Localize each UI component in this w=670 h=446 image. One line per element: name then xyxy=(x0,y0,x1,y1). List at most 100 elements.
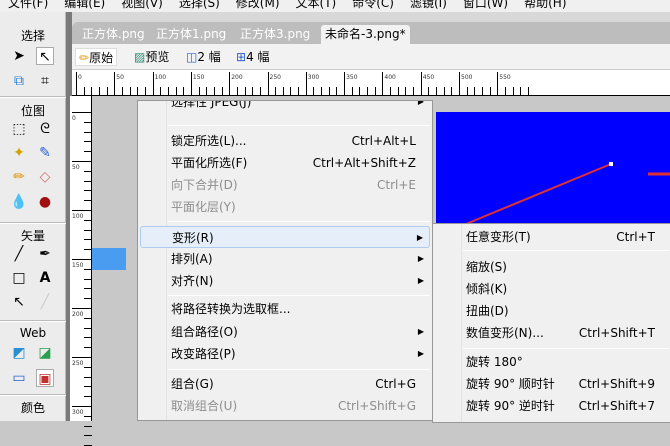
menu-item[interactable]: 对齐(N) ▶ xyxy=(140,270,430,292)
menu-item-shortcut: Ctrl+Shift+G xyxy=(337,399,416,413)
stamp-tool-icon[interactable]: ● xyxy=(36,193,54,211)
ruler-tick xyxy=(489,87,491,95)
ruler-tick xyxy=(175,87,177,95)
menu-edit[interactable]: 编辑(E) xyxy=(64,0,105,11)
tools-panel: 选择 ➤ ↖ ⧉ ⌗ 位图 ⬚ ᘓ ✦ ✎ ✏ ◇ 💧 ● 矢量 ╱ ✒ □ A… xyxy=(0,12,66,421)
divider xyxy=(0,222,66,224)
menu-item[interactable]: 组合路径(O) ▶ xyxy=(140,321,430,343)
ruler-tick xyxy=(206,87,208,95)
line-tool-icon[interactable]: ╱ xyxy=(10,245,28,263)
ruler-tick xyxy=(84,278,92,280)
menu-item[interactable]: 数值变形(N)... Ctrl+Shift+T xyxy=(435,322,669,344)
menu-window[interactable]: 窗口(W) xyxy=(463,0,508,11)
ruler-tick xyxy=(313,87,315,95)
menu-item[interactable]: 旋转 90° 顺时针 Ctrl+Shift+9 xyxy=(435,373,669,395)
section-web-label: Web xyxy=(19,326,47,340)
two-up-button[interactable]: ◫2 幅 xyxy=(186,48,221,66)
context-menu: 选择性 JPEG(J) ▶ 锁定所选(L)... Ctrl+Alt+L 平面化所选(F)… xyxy=(137,100,433,421)
menu-item[interactable]: 选择性 JPEG(J) ▶ xyxy=(140,101,430,113)
hotspot-tool-icon[interactable]: ◩ xyxy=(10,344,28,362)
text-tool-icon[interactable]: A xyxy=(36,269,54,287)
menu-modify[interactable]: 修改(M) xyxy=(236,0,280,11)
menu-item[interactable]: 锁定所选(L)... Ctrl+Alt+L xyxy=(140,130,430,152)
section-bitmap-label: 位图 xyxy=(20,104,45,118)
menu-item[interactable]: 取消组合(U) Ctrl+Shift+G xyxy=(140,395,430,417)
menu-item[interactable]: 组合(G) Ctrl+G xyxy=(140,373,430,395)
pencil-tool-icon[interactable]: ✏ xyxy=(10,168,28,186)
blur-tool-icon[interactable]: 💧 xyxy=(10,193,28,211)
eraser-tool-icon[interactable]: ◇ xyxy=(36,168,54,186)
menu-file[interactable]: 文件(F) xyxy=(8,0,48,11)
show-slices-icon[interactable]: ▣ xyxy=(36,369,54,387)
magic-wand-icon[interactable]: ✦ xyxy=(10,144,28,162)
brush-tool-icon[interactable]: ✎ xyxy=(36,144,54,162)
ruler-label: 100 xyxy=(72,213,84,220)
pointer-tool-icon[interactable]: ➤ xyxy=(10,47,28,65)
ruler-tick xyxy=(504,87,506,95)
ruler-label: 250 xyxy=(269,74,281,81)
ruler-tick xyxy=(84,170,92,172)
tab-zhengfangti3[interactable]: 正方体3.png xyxy=(236,25,314,44)
menu-item[interactable]: 变形(R) ▶ xyxy=(140,226,430,248)
ruler-tick xyxy=(72,161,92,162)
original-view-button[interactable]: ✏原始 xyxy=(75,48,118,66)
freeform-tool-icon[interactable]: ↖ xyxy=(10,293,28,311)
ruler-tick xyxy=(84,131,92,133)
menu-item-label: 向下合并(D) xyxy=(171,178,238,192)
knife-tool-icon[interactable]: ╱ xyxy=(36,293,54,311)
scale-tool-icon[interactable]: ⧉ xyxy=(10,72,28,90)
ruler-tick xyxy=(84,190,92,192)
tab-zhengfangti1[interactable]: 正方体1.png xyxy=(152,25,230,44)
menu-item[interactable]: 扭曲(D) xyxy=(435,300,669,322)
menu-item[interactable]: 旋转 180° xyxy=(435,351,669,373)
menu-bar: 文件(F) 编辑(E) 视图(V) 选择(S) 修改(M) 文本(T) 命令(C) 滤镜(I)… xyxy=(0,0,670,12)
selected-line[interactable] xyxy=(465,163,612,225)
ruler-tick xyxy=(84,268,92,270)
crop-tool-icon[interactable]: ⌗ xyxy=(36,72,54,90)
menu-item[interactable]: 平面化层(Y) xyxy=(140,196,430,218)
menu-item[interactable]: 缩放(S) xyxy=(435,256,669,278)
rectangle-tool-icon[interactable]: □ xyxy=(10,269,28,287)
submenu-arrow-icon: ▶ xyxy=(417,327,424,336)
menu-help[interactable]: 帮助(H) xyxy=(524,0,566,11)
ruler-tick xyxy=(84,415,92,417)
menu-select[interactable]: 选择(S) xyxy=(179,0,220,11)
ruler-tick xyxy=(221,87,223,95)
menu-commands[interactable]: 命令(C) xyxy=(352,0,394,11)
hide-slices-icon[interactable]: ▭ xyxy=(10,369,28,387)
ruler-tick xyxy=(459,72,460,95)
slice-tool-icon[interactable]: ◪ xyxy=(36,344,54,362)
ruler-tick xyxy=(336,87,338,95)
menu-item[interactable]: 平面化所选(F) Ctrl+Alt+Shift+Z xyxy=(140,152,430,174)
menu-item[interactable]: 任意变形(T) Ctrl+T xyxy=(435,226,669,248)
path-point-handle[interactable] xyxy=(609,162,613,166)
ruler-tick xyxy=(84,121,92,123)
menu-view[interactable]: 视图(V) xyxy=(121,0,163,11)
ruler-tick xyxy=(129,87,131,95)
preview-button[interactable]: ▨预览 xyxy=(134,48,169,66)
marquee-tool-icon[interactable]: ⬚ xyxy=(10,120,28,138)
subselect-tool-icon[interactable]: ↖ xyxy=(36,47,54,65)
four-up-button[interactable]: ⊞4 幅 xyxy=(236,48,270,66)
menu-item[interactable]: 将路径转换为选取框... xyxy=(140,298,430,320)
ruler-tick xyxy=(252,87,254,95)
menu-text[interactable]: 文本(T) xyxy=(296,0,337,11)
tab-zhengfangti[interactable]: 正方体.png xyxy=(78,25,149,44)
ruler-tick xyxy=(84,239,92,241)
pen-tool-icon[interactable]: ✒ xyxy=(36,245,54,263)
ruler-tick xyxy=(137,87,139,95)
menu-item[interactable]: 向下合并(D) Ctrl+E xyxy=(140,174,430,196)
ruler-tick xyxy=(72,210,92,211)
lasso-tool-icon[interactable]: ᘓ xyxy=(36,120,54,138)
ruler-label: 200 xyxy=(231,74,243,81)
ruler-tick xyxy=(351,87,353,95)
menu-item[interactable]: 倾斜(K) xyxy=(435,278,669,300)
menu-filters[interactable]: 滤镜(I) xyxy=(410,0,447,11)
ruler-tick xyxy=(84,141,92,143)
menu-item[interactable]: 改变路径(P) ▶ xyxy=(140,343,430,365)
menu-item[interactable]: 排列(A) ▶ xyxy=(140,248,430,270)
canvas[interactable] xyxy=(436,112,670,225)
tab-untitled-3[interactable]: 未命名-3.png* xyxy=(321,25,410,44)
menu-item[interactable]: 旋转 90° 逆时针 Ctrl+Shift+7 xyxy=(435,395,669,417)
ruler-tick xyxy=(72,259,92,260)
